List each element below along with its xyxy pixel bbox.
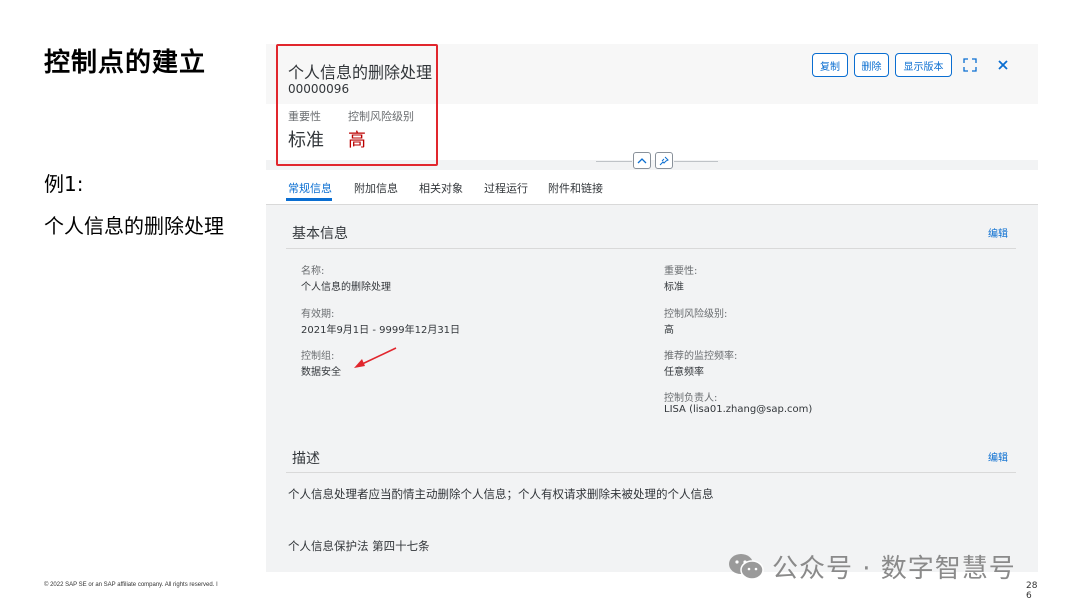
risk-level-field-label: 控制风险级别: [664, 309, 728, 320]
example-label: 例1: [44, 172, 84, 196]
importance-field-value: 标准 [664, 282, 684, 293]
description-edit-link[interactable]: 编辑 [988, 449, 1008, 464]
fullscreen-icon[interactable] [961, 56, 979, 74]
tab-general-info[interactable]: 常规信息 [288, 180, 332, 196]
header-divider-left [596, 161, 632, 162]
name-label: 名称: [301, 266, 325, 277]
annotation-arrow [354, 347, 397, 368]
control-group-value: 数据安全 [301, 367, 341, 378]
validity-value: 2021年9月1日 - 9999年12月31日 [301, 325, 461, 336]
description-title: 描述 [292, 451, 320, 467]
tab-bar: 常规信息 附加信息 相关对象 过程运行 附件和链接 [266, 170, 1038, 205]
monitoring-frequency-label: 推荐的监控频率: [664, 351, 738, 362]
basic-info-divider [286, 248, 1016, 249]
tab-process-runs[interactable]: 过程运行 [484, 180, 528, 196]
risk-level-field-value: 高 [664, 325, 674, 336]
watermark: 公众号 · 数字智慧号 [726, 548, 1016, 585]
page-number: 28 6 [1026, 581, 1038, 601]
monitoring-frequency-value: 任意频率 [664, 367, 704, 378]
copyright-notice: © 2022 SAP SE or an SAP affiliate compan… [44, 582, 218, 588]
importance-field-label: 重要性: [664, 266, 698, 277]
slide-title: 控制点的建立 [44, 48, 207, 78]
law-reference: 个人信息保护法 第四十七条 [288, 539, 430, 553]
active-tab-indicator [286, 198, 332, 201]
delete-button[interactable]: 删除 [854, 53, 889, 77]
basic-info-title: 基本信息 [292, 226, 348, 242]
basic-info-edit-link[interactable]: 编辑 [988, 225, 1008, 240]
description-text: 个人信息处理者应当酌情主动删除个人信息；个人有权请求删除未被处理的个人信息 [288, 487, 714, 501]
header-divider-right [674, 161, 718, 162]
copy-button[interactable]: 复制 [812, 53, 848, 77]
tab-related-objects[interactable]: 相关对象 [419, 180, 463, 196]
example-description: 个人信息的删除处理 [44, 214, 224, 238]
control-group-label: 控制组: [301, 351, 335, 362]
name-value: 个人信息的删除处理 [301, 282, 391, 293]
tab-additional-info[interactable]: 附加信息 [354, 180, 398, 196]
chevron-up-icon[interactable] [633, 152, 651, 169]
wechat-icon [729, 553, 764, 580]
pin-icon[interactable] [655, 152, 673, 169]
show-version-button[interactable]: 显示版本 [895, 53, 952, 77]
close-icon[interactable] [994, 56, 1012, 74]
watermark-text: 公众号 · 数字智慧号 [772, 554, 1016, 584]
control-owner-value: LISA (lisa01.zhang@sap.com) [664, 404, 813, 415]
control-owner-label: 控制负责人: [664, 393, 718, 404]
description-divider [286, 472, 1016, 473]
validity-label: 有效期: [301, 309, 335, 320]
highlight-box [276, 44, 438, 166]
tab-attachments-links[interactable]: 附件和链接 [548, 180, 603, 196]
